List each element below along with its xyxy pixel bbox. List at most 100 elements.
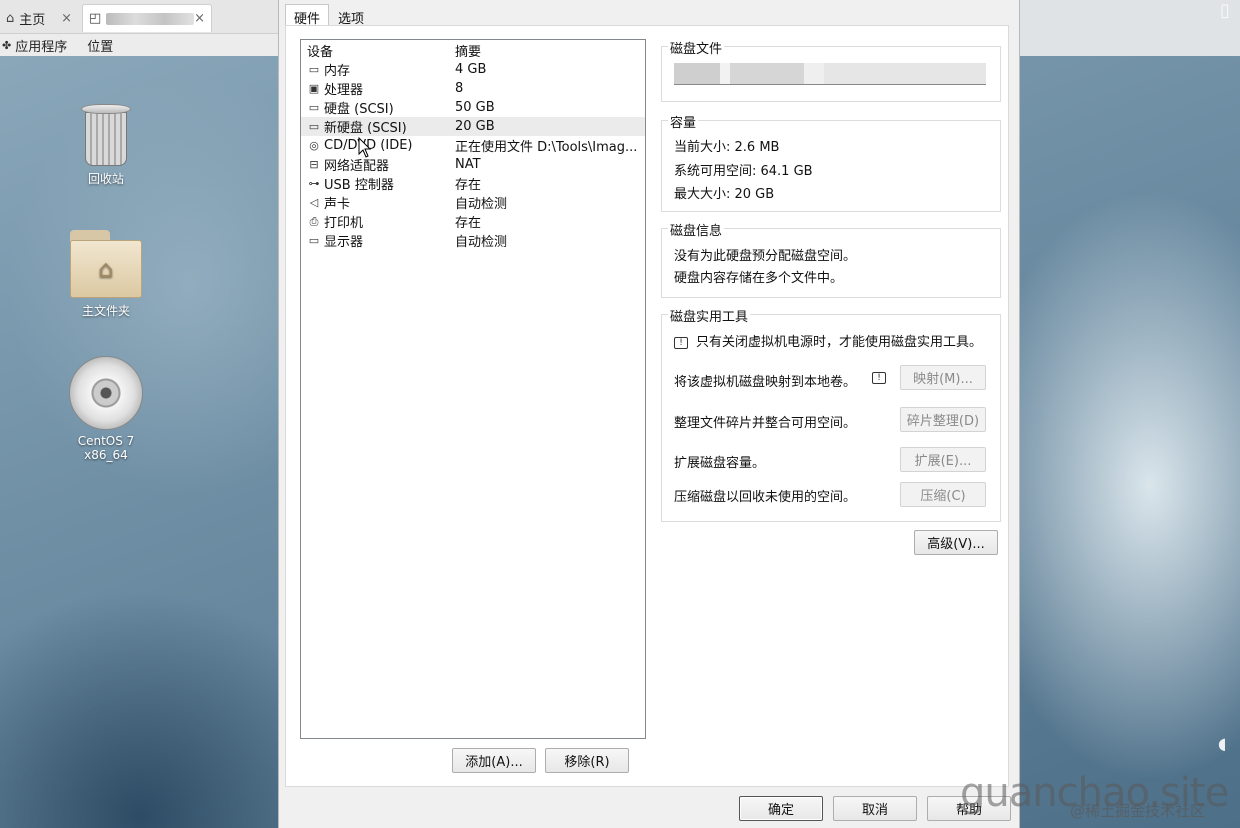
capacity-title: 容量 bbox=[668, 112, 699, 131]
device-summary: 自动检测 bbox=[455, 197, 508, 212]
close-icon[interactable]: × bbox=[61, 11, 72, 26]
device-name-cell: ◁ 声卡 bbox=[301, 193, 455, 212]
device-row[interactable]: ⊶ USB 控制器 存在 bbox=[301, 174, 645, 193]
tab-vm[interactable]: ◰ × bbox=[82, 4, 212, 32]
hardware-page: 设备 摘要 ▭ 内存 4 GB ▣ 处理器 8 ▭ 硬盘 (SCSI) 50 GB ▭ 新硬盘 (S… bbox=[285, 25, 1009, 787]
defrag-description: 整理文件碎片并整合可用空间。 bbox=[674, 416, 857, 431]
column-summary[interactable]: 摘要 bbox=[455, 41, 645, 60]
device-name: 显示器 bbox=[324, 235, 364, 250]
tab-options[interactable]: 选项 bbox=[329, 4, 373, 27]
vm-settings-dialog: 硬件 选项 设备 摘要 ▭ 内存 4 GB ▣ 处理器 8 ▭ 硬盘 (SCSI) 50 GB ▭… bbox=[278, 0, 1020, 828]
device-summary: 存在 bbox=[455, 216, 482, 231]
max-size: 最大大小: 20 GB bbox=[674, 187, 775, 202]
device-list-header: 设备 摘要 bbox=[301, 40, 645, 60]
advanced-button[interactable]: 高级(V)... bbox=[914, 530, 998, 555]
disk-tools-group: 磁盘实用工具 ! 只有关闭虚拟机电源时，才能使用磁盘实用工具。 将该虚拟机磁盘映射… bbox=[661, 306, 1001, 522]
desktop-icon-label: CentOS 7 x86_64 bbox=[77, 434, 135, 462]
edge-glyph-icon: ▯ bbox=[1220, 0, 1230, 21]
device-name: 新硬盘 (SCSI) bbox=[324, 121, 407, 136]
current-size: 当前大小: 2.6 MB bbox=[674, 140, 780, 155]
device-summary: 8 bbox=[455, 81, 464, 96]
expand-button[interactable]: 扩展(E)... bbox=[900, 447, 986, 472]
device-name-cell: ⊟ 网络适配器 bbox=[301, 155, 455, 174]
device-row[interactable]: ⎙ 打印机 存在 bbox=[301, 212, 645, 231]
device-list[interactable]: 设备 摘要 ▭ 内存 4 GB ▣ 处理器 8 ▭ 硬盘 (SCSI) 50 GB ▭ 新硬盘 (S… bbox=[300, 39, 646, 739]
tab-vm-title-redacted bbox=[106, 12, 195, 25]
gnome-foot-icon: ✤ bbox=[2, 38, 12, 52]
map-button[interactable]: 映射(M)... bbox=[900, 365, 986, 390]
device-name-cell: ▭ 显示器 bbox=[301, 231, 455, 250]
desktop-icon-label: 回收站 bbox=[87, 172, 124, 186]
close-icon[interactable]: × bbox=[194, 11, 205, 26]
desktop-icon-centos-disc[interactable]: CentOS 7 x86_64 bbox=[56, 356, 156, 462]
gnome-top-menu: ✤ 应用程序 位置 bbox=[0, 34, 280, 56]
add-device-button[interactable]: 添加(A)... bbox=[452, 748, 536, 773]
vm-icon: ◰ bbox=[89, 11, 102, 26]
cancel-button[interactable]: 取消 bbox=[833, 796, 917, 821]
device-summary: 50 GB bbox=[455, 100, 495, 115]
memory-icon: ▭ bbox=[308, 62, 320, 76]
device-name-cell: ▭ 内存 bbox=[301, 60, 455, 79]
compact-description: 压缩磁盘以回收未使用的空间。 bbox=[674, 490, 857, 505]
menu-places[interactable]: 位置 bbox=[77, 36, 123, 55]
device-name: 硬盘 (SCSI) bbox=[324, 102, 394, 117]
dialog-tabs: 硬件 选项 bbox=[285, 4, 373, 27]
device-summary: 自动检测 bbox=[455, 235, 508, 250]
device-name-cell: ▣ 处理器 bbox=[301, 79, 455, 98]
menu-applications[interactable]: 应用程序 bbox=[11, 36, 77, 55]
trash-icon bbox=[81, 104, 131, 166]
column-device[interactable]: 设备 bbox=[301, 41, 455, 60]
info-icon: ! bbox=[872, 372, 886, 384]
watermark-community: @稀土掘金技术社区 bbox=[1070, 802, 1206, 820]
desktop-icon-label: 主文件夹 bbox=[81, 304, 130, 318]
device-row[interactable]: ▭ 显示器 自动检测 bbox=[301, 231, 645, 250]
disk-info-group: 磁盘信息 没有为此硬盘预分配磁盘空间。 硬盘内容存储在多个文件中。 bbox=[661, 220, 1001, 298]
expand-description: 扩展磁盘容量。 bbox=[674, 456, 766, 471]
device-row[interactable]: ▭ 硬盘 (SCSI) 50 GB bbox=[301, 98, 645, 117]
device-name: 处理器 bbox=[324, 83, 364, 98]
device-row[interactable]: ⊟ 网络适配器 NAT bbox=[301, 155, 645, 174]
device-row[interactable]: ▣ 处理器 8 bbox=[301, 79, 645, 98]
ok-button[interactable]: 确定 bbox=[739, 796, 823, 821]
device-name-cell: ▭ 硬盘 (SCSI) bbox=[301, 98, 455, 117]
device-name: 内存 bbox=[324, 64, 351, 79]
disk-tools-notice-text: 只有关闭虚拟机电源时，才能使用磁盘实用工具。 bbox=[696, 335, 983, 350]
disk-file-title: 磁盘文件 bbox=[668, 38, 725, 57]
disk-info-title: 磁盘信息 bbox=[668, 220, 725, 239]
disk-file-path-redacted[interactable] bbox=[674, 63, 986, 85]
disk-file-group: 磁盘文件 bbox=[661, 38, 1001, 102]
display-icon: ▭ bbox=[308, 233, 320, 247]
device-row[interactable]: ▭ 内存 4 GB bbox=[301, 60, 645, 79]
mouse-cursor-icon bbox=[358, 137, 372, 158]
device-name-cell: ⊶ USB 控制器 bbox=[301, 174, 455, 193]
device-row[interactable]: ◁ 声卡 自动检测 bbox=[301, 193, 645, 212]
device-name-cell: ◎ CD/DVD (IDE) bbox=[301, 138, 455, 153]
device-row[interactable]: ▭ 新硬盘 (SCSI) 20 GB bbox=[301, 117, 645, 136]
tab-hardware[interactable]: 硬件 bbox=[285, 4, 330, 27]
map-description: 将该虚拟机磁盘映射到本地卷。 bbox=[674, 375, 857, 390]
device-summary: 存在 bbox=[455, 178, 482, 193]
top-right-panel bbox=[1020, 0, 1240, 56]
device-summary: 4 GB bbox=[455, 62, 487, 77]
remove-device-button[interactable]: 移除(R) bbox=[545, 748, 629, 773]
device-row[interactable]: ◎ CD/DVD (IDE) 正在使用文件 D:\Tools\Imag... bbox=[301, 136, 645, 155]
device-name: 声卡 bbox=[324, 197, 351, 212]
usb-icon: ⊶ bbox=[308, 176, 320, 190]
disk-tools-title: 磁盘实用工具 bbox=[668, 306, 751, 325]
sound-icon: ◁ bbox=[309, 195, 319, 209]
tab-home-label: 主页 bbox=[19, 12, 46, 28]
disk-tools-notice: ! 只有关闭虚拟机电源时，才能使用磁盘实用工具。 bbox=[674, 331, 982, 350]
compact-button[interactable]: 压缩(C) bbox=[900, 482, 986, 507]
device-name-cell: ▭ 新硬盘 (SCSI) bbox=[301, 117, 455, 136]
hdd-icon: ▭ bbox=[308, 119, 320, 133]
home-folder-icon: ⌂ bbox=[70, 230, 142, 298]
desktop-icon-trash[interactable]: 回收站 bbox=[56, 104, 156, 187]
defrag-button[interactable]: 碎片整理(D) bbox=[900, 407, 986, 432]
capacity-group: 容量 当前大小: 2.6 MB 系统可用空间: 64.1 GB 最大大小: 20… bbox=[661, 112, 1001, 212]
cpu-icon: ▣ bbox=[308, 81, 320, 95]
info-icon: ! bbox=[674, 336, 688, 349]
tab-home[interactable]: ⌂ 主页 × bbox=[0, 4, 78, 32]
desktop-icon-home-folder[interactable]: ⌂ 主文件夹 bbox=[56, 230, 156, 319]
disk-info-line-2: 硬盘内容存储在多个文件中。 bbox=[674, 271, 844, 286]
disk-info-line-1: 没有为此硬盘预分配磁盘空间。 bbox=[674, 249, 857, 264]
